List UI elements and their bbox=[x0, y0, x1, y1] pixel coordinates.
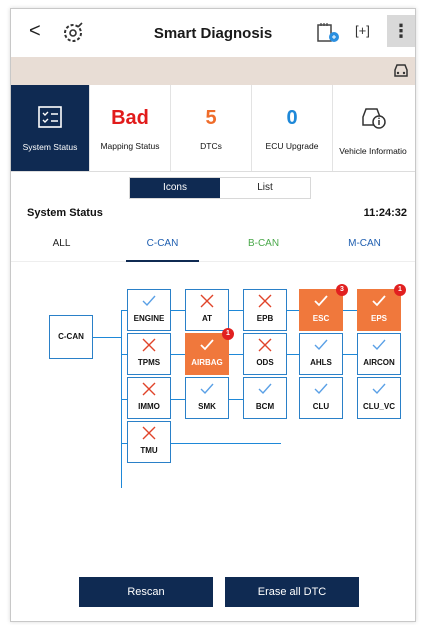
tab-c-can[interactable]: C-CAN bbox=[112, 227, 213, 262]
ecu-node[interactable]: AIRBAG 1 bbox=[185, 328, 234, 375]
ecu-name: SMK bbox=[198, 402, 216, 411]
icons-view-button[interactable]: Icons bbox=[130, 178, 220, 198]
dtc-count-badge: 1 bbox=[394, 284, 406, 296]
ecu-node[interactable]: TMU bbox=[127, 421, 171, 463]
card-ecu-upgrade[interactable]: 0 ECU Upgrade bbox=[252, 85, 333, 171]
ecu-node[interactable]: AIRCON bbox=[357, 333, 401, 375]
vehicle-info-icon bbox=[333, 105, 413, 136]
ecu-node[interactable]: TPMS bbox=[127, 333, 171, 375]
ecu-node[interactable]: AHLS bbox=[299, 333, 343, 375]
ecu-name: TMU bbox=[140, 446, 158, 455]
ecu-name: EPB bbox=[256, 314, 274, 323]
ecu-name: ESC bbox=[312, 314, 330, 323]
ecu-name: EPS bbox=[370, 314, 387, 323]
ecu-node[interactable]: CLU_VC bbox=[357, 377, 401, 419]
tab-all[interactable]: ALL bbox=[11, 227, 112, 261]
check-icon bbox=[300, 292, 342, 314]
card-dtcs[interactable]: 5 DTCs bbox=[171, 85, 252, 171]
root-node-c-can: C-CAN bbox=[49, 315, 93, 359]
section-title: System Status bbox=[27, 207, 103, 219]
tab-m-can[interactable]: M-CAN bbox=[314, 227, 415, 261]
check-icon bbox=[300, 336, 342, 358]
more-menu-button[interactable]: ⋮ bbox=[387, 15, 415, 47]
ecu-name: ENGINE bbox=[133, 314, 165, 323]
app-window: < Smart Diagnosis [+] ⋮ System Status Ba… bbox=[10, 8, 416, 622]
ecu-name: BCM bbox=[255, 402, 275, 411]
ecu-name: TPMS bbox=[137, 358, 161, 367]
cross-icon bbox=[244, 336, 286, 358]
ecu-node[interactable]: SMK bbox=[185, 377, 229, 419]
ecu-node[interactable]: AT bbox=[185, 289, 229, 331]
dtc-count-badge: 3 bbox=[336, 284, 348, 296]
check-icon bbox=[358, 292, 400, 314]
status-cards: System Status Bad Mapping Status 5 DTCs … bbox=[11, 85, 415, 172]
ecu-name: CLU_VC bbox=[362, 402, 395, 411]
vehicle-bar bbox=[11, 57, 415, 85]
list-view-button[interactable]: List bbox=[220, 178, 310, 198]
card-mapping-status[interactable]: Bad Mapping Status bbox=[90, 85, 171, 171]
check-icon bbox=[358, 380, 400, 402]
ecu-name: AIRBAG bbox=[191, 358, 223, 367]
card-label: Vehicle Informatio bbox=[339, 146, 407, 156]
vci-connection-icon[interactable] bbox=[315, 21, 341, 45]
top-bar: < Smart Diagnosis [+] ⋮ bbox=[11, 9, 415, 57]
card-label: DTCs bbox=[200, 141, 222, 151]
network-topology: C-CAN ENGINE AT EPB ESC 3 EPS 1 TPMS AIRBAG 1 ODS A… bbox=[11, 271, 415, 511]
ecu-name: AIRCON bbox=[363, 358, 395, 367]
card-value: 0 bbox=[286, 107, 298, 129]
cross-icon bbox=[186, 292, 228, 314]
vehicle-icon[interactable] bbox=[391, 61, 411, 81]
dtc-count-badge: 1 bbox=[222, 328, 234, 340]
erase-all-dtc-button[interactable]: Erase all DTC bbox=[225, 577, 359, 607]
link-line bbox=[93, 337, 121, 338]
ecu-node[interactable]: ESC 3 bbox=[299, 284, 348, 331]
ecu-name: AHLS bbox=[310, 358, 332, 367]
card-label: ECU Upgrade bbox=[265, 141, 319, 151]
scan-time: 11:24:32 bbox=[363, 207, 407, 219]
ecu-name: AT bbox=[201, 314, 213, 323]
ecu-node[interactable]: CLU bbox=[299, 377, 343, 419]
card-vehicle-information[interactable]: Vehicle Informatio bbox=[333, 85, 413, 171]
cross-icon bbox=[128, 380, 170, 402]
check-icon bbox=[186, 336, 228, 358]
view-toggle: Icons List bbox=[129, 177, 311, 199]
check-icon bbox=[128, 292, 170, 314]
check-icon bbox=[186, 380, 228, 402]
tab-b-can[interactable]: B-CAN bbox=[213, 227, 314, 261]
card-value: Bad bbox=[111, 107, 149, 129]
check-icon bbox=[244, 380, 286, 402]
ecu-name: CLU bbox=[312, 402, 330, 411]
ecu-node[interactable]: EPB bbox=[243, 289, 287, 331]
cross-icon bbox=[128, 336, 170, 358]
ecu-node[interactable]: BCM bbox=[243, 377, 287, 419]
card-value: 5 bbox=[205, 107, 217, 129]
ecu-name: IMMO bbox=[138, 402, 160, 411]
cross-icon bbox=[244, 292, 286, 314]
card-label: System Status bbox=[22, 142, 78, 152]
ecu-node[interactable]: ODS bbox=[243, 333, 287, 375]
bus-tabs: ALL C-CAN B-CAN M-CAN bbox=[11, 227, 415, 262]
checklist-icon bbox=[11, 105, 89, 134]
ecu-name: ODS bbox=[256, 358, 274, 367]
card-label: Mapping Status bbox=[100, 141, 160, 151]
ecu-node[interactable]: EPS 1 bbox=[357, 284, 406, 331]
ecu-node[interactable]: IMMO bbox=[127, 377, 171, 419]
card-system-status[interactable]: System Status bbox=[11, 85, 90, 171]
rescan-button[interactable]: Rescan bbox=[79, 577, 213, 607]
screen-capture-button[interactable]: [+] bbox=[355, 23, 370, 38]
check-icon bbox=[358, 336, 400, 358]
cross-icon bbox=[128, 424, 170, 446]
ecu-node[interactable]: ENGINE bbox=[127, 289, 171, 331]
check-icon bbox=[300, 380, 342, 402]
